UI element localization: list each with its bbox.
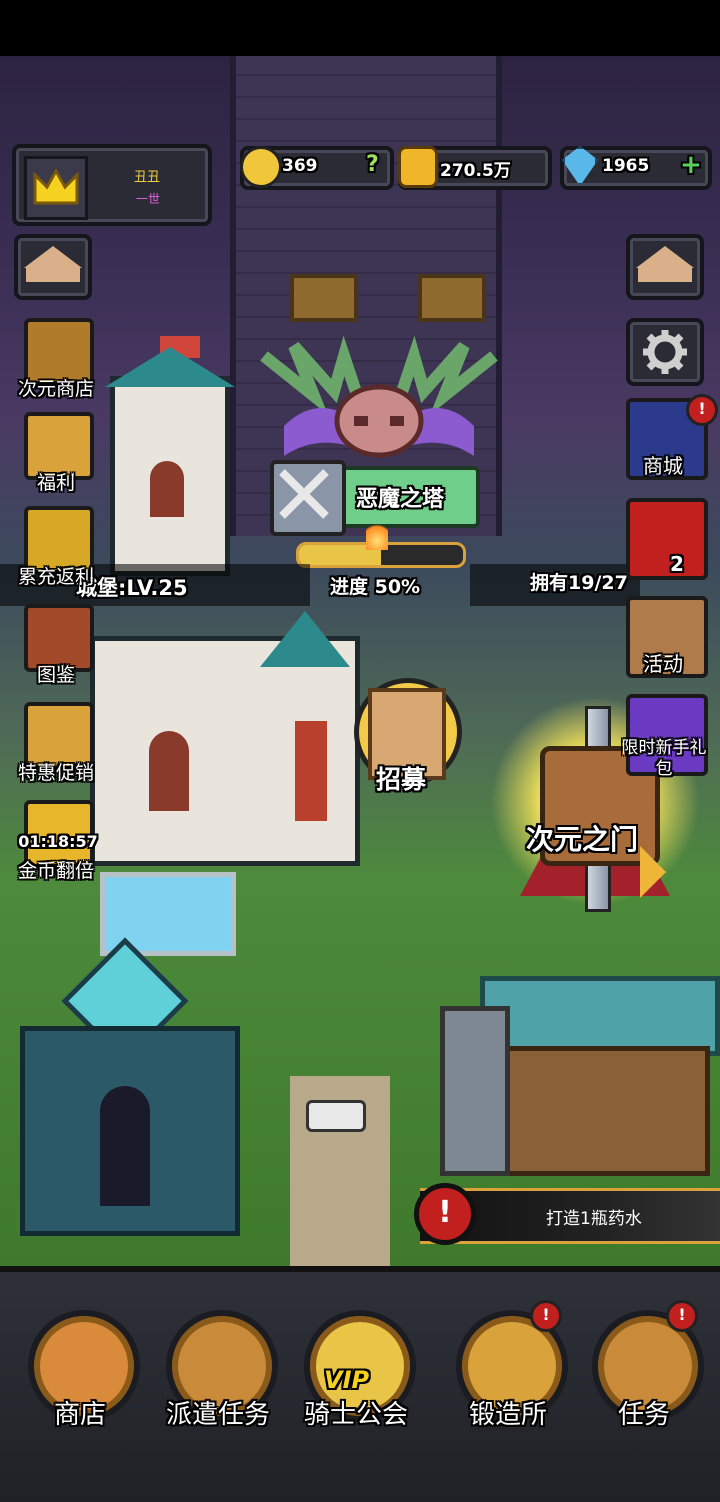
left-menu-label: 图鉴 [36,664,75,686]
left-menu-label: 金币翻倍 [17,860,94,882]
left-collapse-button[interactable] [14,234,92,300]
help-icon[interactable]: ? [366,152,379,177]
left-menu-label: 特惠促销 [17,762,94,784]
right-menu-item-0[interactable]: ! 商城 [626,394,718,480]
nav-item-0[interactable]: 商店 [18,1292,142,1442]
castle-roof-mid [260,611,350,667]
portal-label[interactable]: 次元之门 [526,818,638,858]
tower-window-left [290,274,358,322]
left-menu-item-0[interactable]: 次元商店 [16,318,96,400]
portal-arrow-icon[interactable] [640,846,666,898]
left-menu-item-5[interactable]: 01:18:57 金币翻倍 [16,800,98,882]
player-name: 丑丑 [134,170,161,185]
profile-panel[interactable]: 丑丑 一世 [12,144,212,226]
nav-item-4[interactable]: ! 任务 [582,1292,706,1442]
add-gem-icon[interactable]: + [680,150,702,180]
gift-box-icon [626,498,708,580]
alert-badge-icon: ! [530,1300,562,1332]
castle-body [90,636,360,866]
medal-value: 369 [282,156,318,176]
quest-banner-text: 打造1瓶药水 [546,1209,642,1229]
right-menu-label: 活动 [643,652,683,676]
bottom-nav: 商店 派遣任务 VIP 骑士公会! 锻造所! 任务 [0,1266,720,1502]
cat-icon[interactable] [306,1100,366,1132]
quest-alert-icon: ! [414,1183,476,1245]
nav-label: 派遣任务 [165,1400,270,1430]
forge-building[interactable] [440,946,720,1186]
gold-double-timer: 01:18:57 [18,832,98,851]
left-menu-label: 累充返利 [17,566,94,588]
right-menu-item-2[interactable]: 活动 [626,596,708,678]
nav-item-1[interactable]: 派遣任务 [156,1292,280,1442]
crystal-shrine[interactable] [20,937,240,1236]
left-menu-item-1[interactable]: 福利 [16,412,96,494]
game-scene[interactable]: 恶魔之塔 进度 50% 城堡:LV.25 拥有19/27 次元之门 招募 ! 打… [0,56,720,1266]
recruit-label: 招募 [376,765,427,794]
left-menu-item-3[interactable]: 图鉴 [16,604,96,686]
collapse-up-icon [24,246,82,268]
recruit-sign[interactable]: 招募 [348,678,462,798]
nav-item-2[interactable]: VIP 骑士公会 [294,1292,418,1442]
medal-icon [240,146,282,188]
crown-icon [24,156,88,220]
right-collapse-button[interactable] [626,234,704,300]
right-menu-label: 商城 [643,454,683,478]
settings-button[interactable] [626,318,704,386]
portal-owned-text: 拥有19/27 [530,572,628,594]
gem-value: 1965 [602,156,650,176]
right-menu-item-3[interactable]: 限时新手礼包 [622,694,708,779]
status-bar [0,0,720,56]
left-menu-label: 次元商店 [17,378,94,400]
nav-label: 锻造所 [468,1400,547,1430]
collapse-up-icon [636,246,694,268]
gem-icon [562,146,598,186]
left-menu-item-4[interactable]: 特惠促销 [16,702,96,784]
player-title: 一世 [136,192,161,206]
gold-coin-icon [398,146,438,188]
tower-window-right [418,274,486,322]
left-menu-label: 福利 [36,472,75,494]
gold-value: 270.5万 [440,161,511,181]
gift-count: 2 [670,552,684,576]
nav-label: 商店 [53,1400,106,1430]
right-menu-label: 限时新手礼包 [621,738,707,779]
nav-item-3[interactable]: ! 锻造所 [446,1292,570,1442]
medal-counter[interactable]: 369 ? [240,146,394,190]
gold-counter[interactable]: 270.5万 [398,146,552,190]
left-menu-item-2[interactable]: 累充返利 [16,506,96,588]
castle-tower-left [105,347,235,576]
gear-icon [642,330,688,374]
gem-counter[interactable]: 1965 + [560,146,712,190]
nav-label: 骑士公会 [303,1400,408,1430]
right-menu-item-1[interactable]: 2 [626,498,708,580]
nav-label: 任务 [617,1400,670,1430]
alert-badge-icon: ! [686,394,718,426]
vip-label: VIP [324,1366,370,1394]
alert-badge-icon: ! [666,1300,698,1332]
tower-name: 恶魔之塔 [356,487,445,512]
tower-flame-icon [366,520,388,550]
quest-banner[interactable]: ! 打造1瓶药水 [414,1183,720,1245]
